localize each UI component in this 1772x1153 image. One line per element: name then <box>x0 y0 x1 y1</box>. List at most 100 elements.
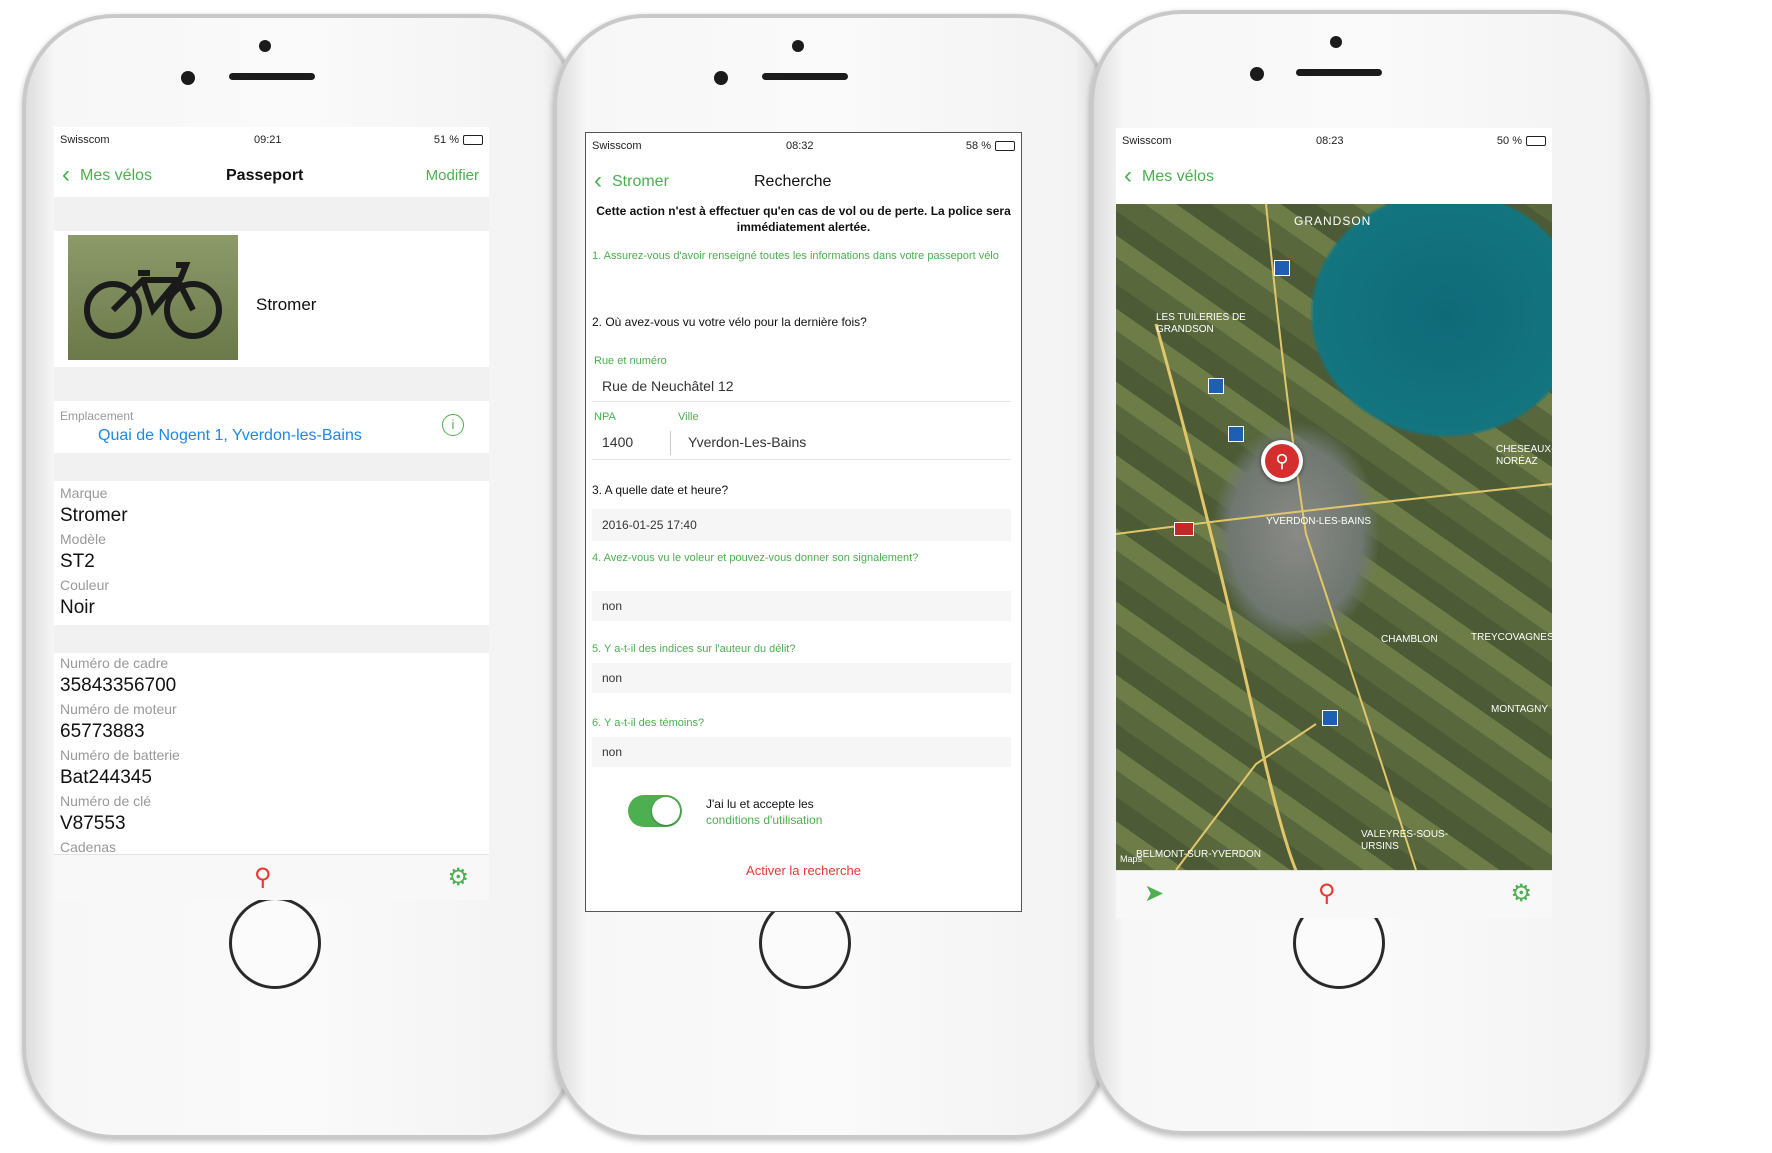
carrier: Swisscom <box>1122 135 1172 147</box>
motor-number-label: Numéro de moteur <box>60 701 177 717</box>
street-input[interactable]: Rue de Neuchâtel 12 <box>592 371 1011 401</box>
key-number-label: Numéro de clé <box>60 793 152 809</box>
battery-icon <box>995 141 1015 151</box>
nav-title: Recherche <box>754 173 832 190</box>
road-marker <box>1208 378 1224 394</box>
terms-toggle[interactable] <box>628 795 682 827</box>
map-label: LES TUILERIES DE GRANDSON <box>1156 312 1246 335</box>
map-label: MONTAGNY <box>1491 704 1549 715</box>
nav-bar: ‹ Mes vélos <box>1116 156 1552 196</box>
frame-number-label: Numéro de cadre <box>60 655 169 671</box>
clock: 09:21 <box>254 134 282 146</box>
back-chevron-icon[interactable]: ‹ <box>1124 162 1132 190</box>
info-icon[interactable]: i <box>442 414 464 436</box>
back-button[interactable]: Mes vélos <box>80 167 152 185</box>
bike-search-icon[interactable]: ⚲ <box>254 863 272 892</box>
location-address[interactable]: Quai de Nogent 1, Yverdon-les-Bains <box>98 427 362 445</box>
battery-icon <box>1526 136 1546 146</box>
phone-passport: Swisscom 09:21 51 % ‹ Mes vélos Passepor… <box>22 14 577 1139</box>
screen-search: Swisscom 08:32 58 % ‹ Stromer Recherche … <box>585 132 1022 912</box>
map-label: VALEYRES-SOUS-URSINS <box>1361 829 1449 852</box>
status-bar: Swisscom 08:32 58 % <box>586 133 1021 159</box>
clock: 08:32 <box>786 140 814 152</box>
bike-name: Stromer <box>256 295 317 314</box>
road-marker <box>1228 426 1244 442</box>
battery-level: 50 % <box>1496 135 1522 147</box>
road-marker <box>1174 522 1194 536</box>
carrier: Swisscom <box>592 140 642 152</box>
npa-input[interactable]: 1400 <box>592 427 668 457</box>
motor-number-value: 65773883 <box>60 721 145 742</box>
activate-search-button[interactable]: Activer la recherche <box>586 863 1021 878</box>
toggle-knob <box>652 797 680 825</box>
battery-icon <box>463 135 483 145</box>
map-label: CHESEAUX-NORÉAZ <box>1496 444 1552 467</box>
city-input[interactable]: Yverdon-Les-Bains <box>678 427 1011 457</box>
nav-title: Passeport <box>226 167 304 184</box>
map-label: GRANDSON <box>1294 214 1372 228</box>
status-bar: Swisscom 08:23 50 % <box>1116 128 1552 154</box>
back-chevron-icon[interactable]: ‹ <box>62 161 70 189</box>
answer-4-input[interactable]: non <box>592 591 1011 621</box>
question-3: 3. A quelle date et heure? <box>592 483 729 497</box>
section-gap <box>54 197 489 231</box>
divider <box>592 401 1011 402</box>
map-label: CHAMBLON <box>1381 634 1438 645</box>
city-label: Ville <box>678 411 699 423</box>
tab-bar: ⚲ ⚙ <box>54 854 489 900</box>
terms-text: J'ai lu et accepte les <box>706 797 814 811</box>
question-1: 1. Assurez-vous d'avoir renseigné toutes… <box>592 250 999 262</box>
tab-bar: ➤ ⚲ ⚙ <box>1116 870 1552 918</box>
model-label: Modèle <box>60 531 106 547</box>
date-input[interactable]: 2016-01-25 17:40 <box>592 509 1011 541</box>
front-camera <box>792 40 804 52</box>
gear-icon[interactable]: ⚙ <box>1510 879 1532 908</box>
section-gap <box>54 625 489 653</box>
battery-number-value: Bat244345 <box>60 767 152 788</box>
question-6: 6. Y a-t-il des témoins? <box>592 717 705 729</box>
divider <box>592 459 1011 460</box>
back-chevron-icon[interactable]: ‹ <box>594 167 602 195</box>
brand-label: Marque <box>60 485 108 501</box>
terms-link[interactable]: conditions d'utilisation <box>706 813 822 827</box>
sensor <box>714 71 728 85</box>
front-camera <box>1330 36 1342 48</box>
road-marker <box>1322 710 1338 726</box>
phone-search: Swisscom 08:32 58 % ‹ Stromer Recherche … <box>553 14 1108 1139</box>
screen-map: Swisscom 08:23 50 % ‹ Mes vélos GRANDSON… <box>1116 128 1552 918</box>
earpiece-speaker <box>229 73 315 80</box>
intro-text: Cette action n'est à effectuer qu'en cas… <box>596 204 1011 234</box>
satellite-map[interactable]: GRANDSON LES TUILERIES DE GRANDSON YVERD… <box>1116 204 1552 870</box>
answer-5-input[interactable]: non <box>592 663 1011 693</box>
map-label: YVERDON-LES-BAINS <box>1266 516 1372 527</box>
nav-bar: ‹ Stromer Recherche <box>586 161 1021 201</box>
home-button[interactable] <box>229 897 321 989</box>
color-value: Noir <box>60 597 95 618</box>
bike-search-icon[interactable]: ⚲ <box>1318 879 1336 908</box>
location-label: Emplacement <box>60 409 134 423</box>
map-label: TREYCOVAGNES <box>1471 632 1552 643</box>
question-5: 5. Y a-t-il des indices sur l'auteur du … <box>592 643 796 655</box>
gear-icon[interactable]: ⚙ <box>447 863 469 892</box>
bike-marker-icon[interactable]: ⚲ <box>1261 440 1303 482</box>
npa-label: NPA <box>594 411 616 423</box>
phone-map: Swisscom 08:23 50 % ‹ Mes vélos GRANDSON… <box>1090 10 1650 1135</box>
earpiece-speaker <box>1296 69 1382 76</box>
edit-button[interactable]: Modifier <box>426 167 479 184</box>
front-camera <box>259 40 271 52</box>
status-bar: Swisscom 09:21 51 % <box>54 127 489 153</box>
battery-level: 58 % <box>965 140 991 152</box>
frame-number-value: 35843356700 <box>60 675 177 696</box>
sensor <box>1250 67 1264 81</box>
earpiece-speaker <box>762 73 848 80</box>
section-gap <box>54 453 489 481</box>
answer-6-input[interactable]: non <box>592 737 1011 767</box>
question-4: 4. Avez-vous vu le voleur et pouvez-vous… <box>592 552 919 564</box>
back-button[interactable]: Stromer <box>612 173 669 191</box>
back-button[interactable]: Mes vélos <box>1142 168 1214 186</box>
battery-level: 51 % <box>433 134 459 146</box>
location-arrow-icon[interactable]: ➤ <box>1144 879 1164 908</box>
brand-value: Stromer <box>60 505 128 526</box>
map-credit: Maps <box>1120 854 1143 864</box>
battery-number-label: Numéro de batterie <box>60 747 180 763</box>
